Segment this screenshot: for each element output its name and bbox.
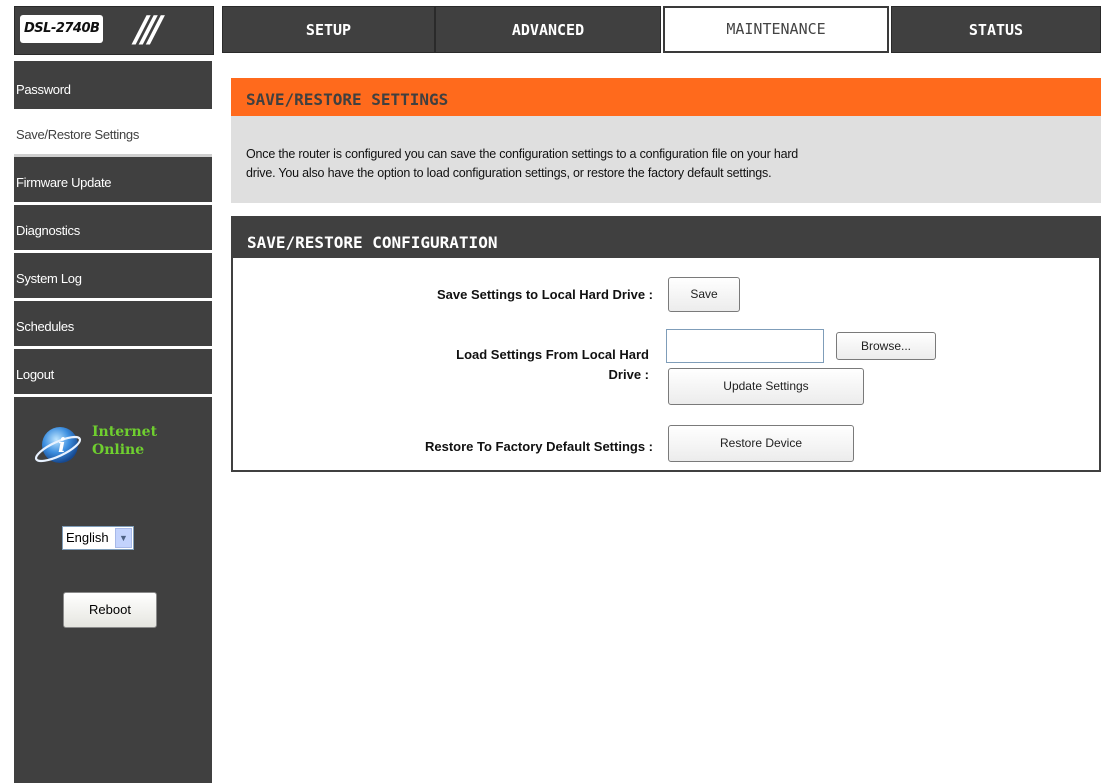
sidebar-item-logout[interactable]: Logout — [14, 352, 212, 397]
reboot-button[interactable]: Reboot — [63, 592, 157, 628]
restore-device-button[interactable]: Restore Device — [668, 425, 854, 462]
dropdown-arrow-icon[interactable]: ▼ — [115, 528, 132, 548]
internet-status-value: Online — [92, 442, 145, 458]
config-section-title: SAVE/RESTORE CONFIGURATION — [233, 218, 1099, 258]
tab-advanced[interactable]: ADVANCED — [435, 6, 661, 53]
svg-text:i: i — [58, 433, 66, 457]
intro-panel: SAVE/RESTORE SETTINGS Once the router is… — [231, 78, 1101, 203]
save-button[interactable]: Save — [668, 277, 740, 312]
save-settings-label: Save Settings to Local Hard Drive : — [436, 287, 653, 302]
sidebar: Password Save/Restore Settings Firmware … — [14, 61, 212, 783]
load-settings-label: Load Settings From Local Hard Drive : — [239, 345, 649, 385]
sidebar-item-diagnostics[interactable]: Diagnostics — [14, 208, 212, 253]
sidebar-item-password[interactable]: Password — [14, 67, 212, 112]
language-select-value: English — [66, 530, 109, 545]
config-panel: SAVE/RESTORE CONFIGURATION Save Settings… — [231, 216, 1101, 472]
language-select[interactable]: English ▼ — [62, 526, 134, 550]
intro-description: Once the router is configured you can sa… — [246, 145, 1096, 183]
browse-button[interactable]: Browse... — [836, 332, 936, 360]
load-settings-label-line: Load Settings From Local Hard — [456, 347, 649, 362]
logo-slashes-decoration: /// — [135, 9, 163, 50]
internet-globe-icon: i — [34, 427, 82, 463]
model-name: DSL-2740B — [20, 15, 104, 43]
sidebar-item-schedules[interactable]: Schedules — [14, 304, 212, 349]
top-navigation-bar: DSL-2740B /// SETUP ADVANCED MAINTENANCE… — [0, 0, 1106, 61]
tab-setup[interactable]: SETUP — [222, 6, 435, 53]
tab-status[interactable]: STATUS — [891, 6, 1101, 53]
sidebar-item-save-restore-settings[interactable]: Save/Restore Settings — [14, 112, 212, 157]
page-title: SAVE/RESTORE SETTINGS — [231, 78, 1101, 116]
restore-factory-label: Restore To Factory Default Settings : — [424, 439, 653, 454]
model-logo: DSL-2740B /// — [14, 6, 214, 55]
file-path-input[interactable] — [666, 329, 824, 363]
update-settings-button[interactable]: Update Settings — [668, 368, 864, 405]
intro-description-line: drive. You also have the option to load … — [246, 166, 772, 180]
internet-status: Internet Online — [92, 423, 202, 459]
tab-maintenance[interactable]: MAINTENANCE — [663, 6, 889, 53]
sidebar-item-system-log[interactable]: System Log — [14, 256, 212, 301]
internet-status-label: Internet — [92, 424, 158, 440]
sidebar-item-firmware-update[interactable]: Firmware Update — [14, 160, 212, 205]
intro-description-line: Once the router is configured you can sa… — [246, 147, 799, 161]
load-settings-label-line: Drive : — [608, 367, 649, 382]
